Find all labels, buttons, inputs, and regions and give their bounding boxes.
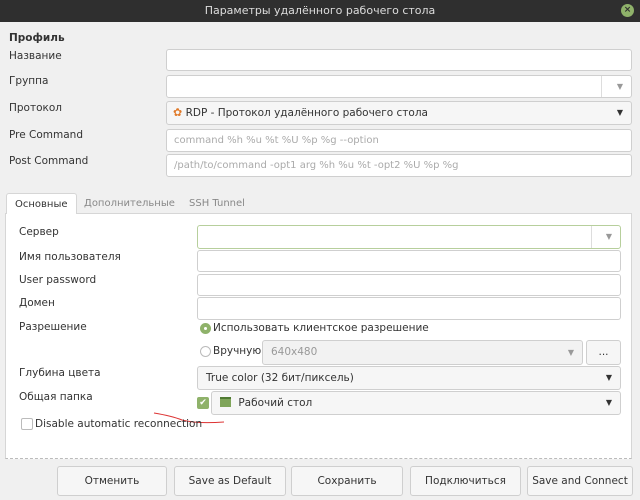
window-titlebar: Параметры удалённого рабочего стола bbox=[0, 0, 640, 22]
radio-client-resolution[interactable] bbox=[200, 323, 211, 334]
cancel-button[interactable]: Отменить bbox=[57, 466, 167, 496]
tab-advanced[interactable]: Дополнительные bbox=[76, 193, 183, 214]
connect-button[interactable]: Подключиться bbox=[410, 466, 521, 496]
tab-ssh-tunnel[interactable]: SSH Tunnel bbox=[181, 193, 253, 214]
username-label: Имя пользователя bbox=[19, 251, 121, 263]
shared-folder-select[interactable]: Рабочий стол ▼ bbox=[211, 391, 621, 415]
profile-heading: Профиль bbox=[9, 32, 65, 44]
server-label: Сервер bbox=[19, 226, 59, 238]
protocol-label: Протокол bbox=[9, 102, 63, 114]
pre-command-input[interactable]: command %h %u %t %U %p %g --option bbox=[166, 129, 632, 152]
username-input[interactable] bbox=[197, 250, 621, 272]
save-as-default-button[interactable]: Save as Default bbox=[174, 466, 286, 496]
shared-folder-checkbox[interactable]: ✔ bbox=[197, 397, 209, 409]
disable-reconnect-label[interactable]: Disable automatic reconnection bbox=[35, 418, 202, 430]
resolution-label: Разрешение bbox=[19, 321, 87, 333]
save-button[interactable]: Сохранить bbox=[291, 466, 403, 496]
chevron-down-icon: ▼ bbox=[605, 398, 612, 407]
disable-reconnect-checkbox[interactable] bbox=[21, 418, 33, 430]
chevron-down-icon[interactable]: ▼ bbox=[606, 226, 612, 248]
password-label: User password bbox=[19, 274, 97, 286]
group-combo[interactable]: ▼ bbox=[166, 75, 632, 98]
client-resolution-label[interactable]: Использовать клиентское разрешение bbox=[213, 322, 429, 334]
group-label: Группа bbox=[9, 75, 49, 87]
protocol-select[interactable]: ✿ RDP - Протокол удалённого рабочего сто… bbox=[166, 101, 632, 125]
password-input[interactable] bbox=[197, 274, 621, 296]
tab-basic[interactable]: Основные bbox=[6, 193, 77, 214]
chevron-down-icon: ▼ bbox=[616, 108, 623, 117]
chevron-down-icon[interactable]: ▼ bbox=[617, 76, 623, 97]
folder-icon bbox=[220, 397, 231, 407]
color-depth-select[interactable]: True color (32 бит/пиксель) ▼ bbox=[197, 366, 621, 390]
shared-folder-label: Общая папка bbox=[19, 391, 93, 403]
protocol-value: RDP - Протокол удалённого рабочего стола bbox=[185, 107, 428, 119]
shared-folder-value: Рабочий стол bbox=[238, 397, 313, 409]
name-input[interactable] bbox=[166, 49, 632, 71]
domain-label: Домен bbox=[19, 297, 55, 309]
post-command-input[interactable]: /path/to/command -opt1 arg %h %u %t -opt… bbox=[166, 154, 632, 177]
domain-input[interactable] bbox=[197, 297, 621, 320]
chevron-down-icon: ▼ bbox=[567, 348, 574, 357]
color-depth-value: True color (32 бит/пиксель) bbox=[206, 372, 354, 384]
manual-resolution-combo[interactable]: 640x480 ▼ bbox=[262, 340, 583, 365]
server-combo[interactable]: ▼ bbox=[197, 225, 621, 249]
manual-resolution-label[interactable]: Вручную bbox=[213, 345, 261, 357]
chevron-down-icon: ▼ bbox=[605, 373, 612, 382]
radio-manual-resolution[interactable] bbox=[200, 346, 211, 357]
close-icon[interactable]: × bbox=[621, 4, 634, 17]
manual-resolution-value: 640x480 bbox=[271, 346, 318, 358]
pre-command-label: Pre Command bbox=[9, 129, 83, 141]
post-command-label: Post Command bbox=[9, 155, 89, 167]
name-label: Название bbox=[9, 50, 62, 62]
resolution-more-button[interactable]: ... bbox=[586, 340, 621, 365]
save-and-connect-button[interactable]: Save and Connect bbox=[527, 466, 633, 496]
color-depth-label: Глубина цвета bbox=[19, 367, 101, 379]
window-title: Параметры удалённого рабочего стола bbox=[204, 4, 436, 17]
rdp-icon: ✿ bbox=[173, 106, 183, 119]
